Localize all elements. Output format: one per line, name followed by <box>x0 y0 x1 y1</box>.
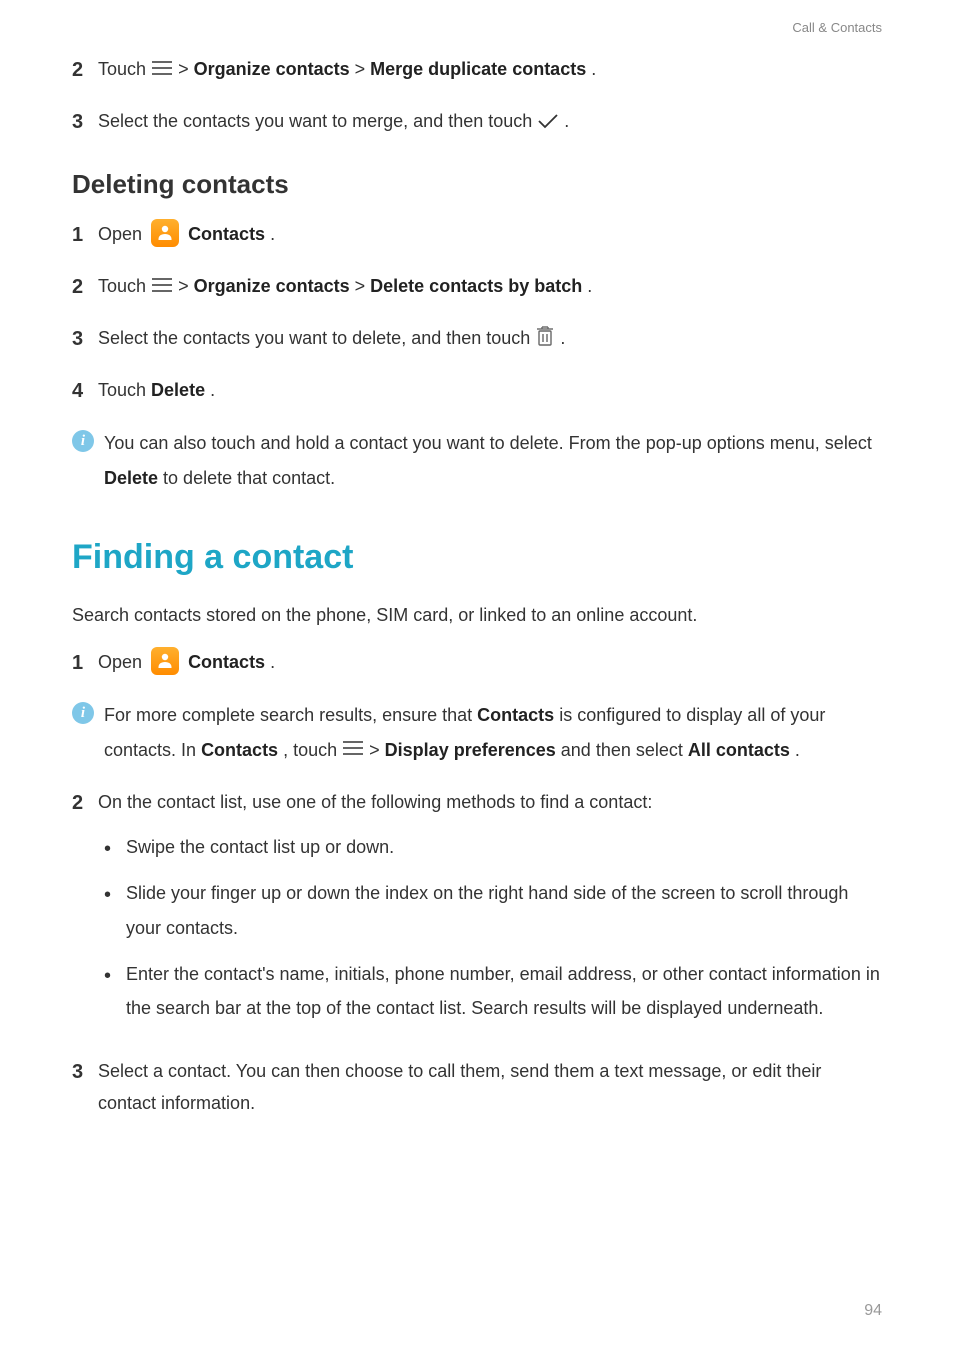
text-bold: Delete contacts by batch <box>370 276 582 296</box>
step-number: 3 <box>72 1055 94 1089</box>
list-item: Swipe the contact list up or down. <box>126 830 882 864</box>
step-body: Select the contacts you want to merge, a… <box>98 105 569 138</box>
text-bold: Contacts <box>201 740 278 760</box>
step-body: Open Contacts . <box>98 646 275 678</box>
step-2-merge: 2 Touch > Organize contacts > Merge dupl… <box>72 53 882 87</box>
text-bold: Delete <box>104 468 158 488</box>
step-2-methods: 2 On the contact list, use one of the fo… <box>72 786 882 1037</box>
trash-icon <box>535 323 555 355</box>
text-bold: Delete <box>151 380 205 400</box>
text: Touch <box>98 59 151 79</box>
text: , touch <box>283 740 342 760</box>
step-body: Select a contact. You can then choose to… <box>98 1055 882 1120</box>
step-number: 2 <box>72 786 94 820</box>
step-number: 1 <box>72 218 94 252</box>
step-1-open-contacts: 1 Open Contacts . <box>72 218 882 252</box>
contacts-app-icon <box>151 219 179 247</box>
step-number: 3 <box>72 105 94 139</box>
text: For more complete search results, ensure… <box>104 705 477 725</box>
step-number: 4 <box>72 374 94 408</box>
info-icon: i <box>72 702 94 724</box>
step-number: 2 <box>72 270 94 304</box>
contacts-app-icon <box>151 647 179 675</box>
step-body: On the contact list, use one of the foll… <box>98 786 882 1037</box>
step-body: Open Contacts . <box>98 218 275 250</box>
step-1-open-contacts-2: 1 Open Contacts . <box>72 646 882 680</box>
info-delete-longpress: i You can also touch and hold a contact … <box>72 426 882 496</box>
hamburger-icon <box>151 54 173 86</box>
heading-deleting-contacts: Deleting contacts <box>72 169 882 200</box>
info-body: You can also touch and hold a contact yo… <box>104 426 882 496</box>
text: . <box>795 740 800 760</box>
text: to delete that contact. <box>163 468 335 488</box>
text: Touch <box>98 380 151 400</box>
list-item: Enter the contact's name, initials, phon… <box>126 957 882 1025</box>
step-number: 1 <box>72 646 94 680</box>
step-body: Touch Delete . <box>98 374 215 406</box>
text: You can also touch and hold a contact yo… <box>104 433 872 453</box>
breadcrumb: Call & Contacts <box>72 20 882 35</box>
step-number: 2 <box>72 53 94 87</box>
text: Open <box>98 652 147 672</box>
info-icon: i <box>72 430 94 452</box>
step-body: Touch > Organize contacts > Merge duplic… <box>98 53 596 86</box>
hamburger-icon <box>151 271 173 303</box>
text: > <box>178 59 194 79</box>
text: and then select <box>561 740 688 760</box>
text: . <box>587 276 592 296</box>
text: > <box>355 276 371 296</box>
step-body: Select the contacts you want to delete, … <box>98 322 565 355</box>
step-body: Touch > Organize contacts > Delete conta… <box>98 270 592 303</box>
text: > <box>369 740 385 760</box>
text-bold: Contacts <box>477 705 554 725</box>
text: Select the contacts you want to merge, a… <box>98 111 537 131</box>
text: . <box>560 328 565 348</box>
page-number: 94 <box>864 1302 882 1320</box>
step-2-delete-batch: 2 Touch > Organize contacts > Delete con… <box>72 270 882 304</box>
text-bold: Contacts <box>188 652 265 672</box>
step-3-select-contact: 3 Select a contact. You can then choose … <box>72 1055 882 1120</box>
list-item: Slide your finger up or down the index o… <box>126 876 882 944</box>
step-4-touch-delete: 4 Touch Delete . <box>72 374 882 408</box>
hamburger-icon <box>342 740 369 760</box>
info-display-preferences: i For more complete search results, ensu… <box>72 698 882 768</box>
step-3-merge-confirm: 3 Select the contacts you want to merge,… <box>72 105 882 139</box>
text-bold: Organize contacts <box>194 59 350 79</box>
step-3-delete-select: 3 Select the contacts you want to delete… <box>72 322 882 356</box>
step-number: 3 <box>72 322 94 356</box>
text-bold: Contacts <box>188 224 265 244</box>
text-bold: All contacts <box>688 740 790 760</box>
text-bold: Organize contacts <box>194 276 350 296</box>
text: > <box>355 59 371 79</box>
info-body: For more complete search results, ensure… <box>104 698 882 768</box>
text: Open <box>98 224 147 244</box>
text-bold: Display preferences <box>385 740 556 760</box>
text: . <box>591 59 596 79</box>
text: Touch <box>98 276 151 296</box>
text: > <box>178 276 194 296</box>
para-intro: Search contacts stored on the phone, SIM… <box>72 599 882 631</box>
text: Select the contacts you want to delete, … <box>98 328 535 348</box>
text: . <box>270 224 275 244</box>
text: . <box>210 380 215 400</box>
heading-finding-contact: Finding a contact <box>72 538 882 577</box>
text: . <box>564 111 569 131</box>
check-icon <box>537 106 559 138</box>
text: . <box>270 652 275 672</box>
text-bold: Merge duplicate contacts <box>370 59 586 79</box>
text: On the contact list, use one of the foll… <box>98 786 882 818</box>
